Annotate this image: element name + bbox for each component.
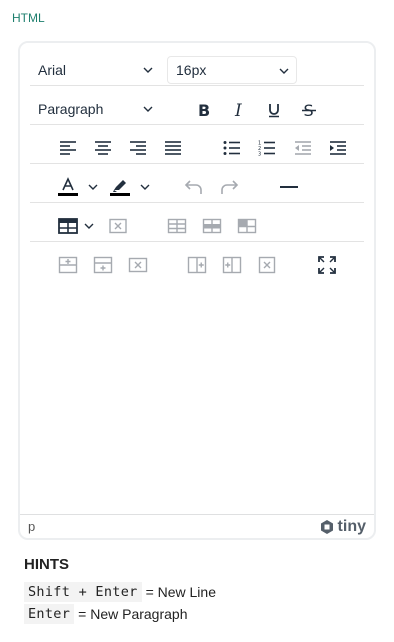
indent-icon xyxy=(330,141,346,155)
table-properties-icon xyxy=(167,218,187,234)
insert-row-after-button[interactable] xyxy=(88,250,118,280)
horizontal-line-icon xyxy=(280,186,298,188)
delete-table-button[interactable] xyxy=(103,211,133,241)
toolbar-row-format: Paragraph B I S xyxy=(30,86,364,125)
underline-button[interactable] xyxy=(259,95,289,125)
table-cell-properties-button[interactable] xyxy=(232,211,262,241)
numbered-list-button[interactable]: 123 xyxy=(252,133,282,163)
table-dropdown[interactable] xyxy=(80,211,98,241)
insert-column-after-button[interactable] xyxy=(217,250,247,280)
text-color-button[interactable] xyxy=(53,172,83,202)
svg-text:3: 3 xyxy=(258,152,261,157)
rich-text-editor: Arial 16px Paragraph B I S 1 2 3 p tiny xyxy=(18,41,376,540)
insert-row-after-icon xyxy=(93,256,113,274)
chevron-down-icon xyxy=(143,67,153,73)
table-row-properties-icon xyxy=(202,218,222,234)
align-left-icon xyxy=(60,141,76,155)
toolbar-row-color xyxy=(30,164,364,203)
table-properties-button[interactable] xyxy=(162,211,192,241)
hint-item: Shift + Enter = New Line xyxy=(24,582,216,602)
outdent-icon xyxy=(295,141,311,155)
strikethrough-button[interactable]: S xyxy=(294,95,324,125)
element-path[interactable]: p xyxy=(28,519,35,534)
toolbar-row-align: 123 xyxy=(30,125,364,164)
highlight-color-icon xyxy=(110,180,130,196)
fullscreen-button[interactable] xyxy=(312,250,342,280)
align-justify-button[interactable] xyxy=(158,133,188,163)
bullet-list-icon xyxy=(223,141,240,155)
hint-desc: = New Line xyxy=(145,584,216,600)
editor-statusbar: p tiny xyxy=(20,514,374,538)
underline-icon xyxy=(269,104,279,118)
horizontal-line-button[interactable] xyxy=(274,172,304,202)
hint-key: Shift + Enter xyxy=(24,582,142,602)
strikethrough-icon: S xyxy=(302,101,316,119)
table-button[interactable] xyxy=(53,211,83,241)
table-row-properties-button[interactable] xyxy=(197,211,227,241)
insert-column-after-icon xyxy=(222,256,242,274)
align-center-button[interactable] xyxy=(88,133,118,163)
tiny-brand-text: tiny xyxy=(337,517,366,535)
redo-icon xyxy=(221,180,239,194)
align-right-icon xyxy=(130,141,146,155)
tiny-brand-link[interactable]: tiny xyxy=(319,518,366,536)
font-size-select[interactable]: 16px xyxy=(167,56,297,84)
font-family-select[interactable]: Arial xyxy=(30,56,160,84)
insert-column-before-button[interactable] xyxy=(182,250,212,280)
delete-column-button[interactable] xyxy=(252,250,282,280)
delete-column-icon xyxy=(258,256,276,274)
chevron-down-icon xyxy=(279,68,289,74)
bold-button[interactable]: B xyxy=(189,95,219,125)
editor-toolbar: Arial 16px Paragraph B I S 1 2 3 xyxy=(20,43,374,286)
hint-key: Enter xyxy=(24,604,75,624)
tiny-logo-icon xyxy=(320,519,333,534)
fullscreen-icon xyxy=(318,256,336,274)
chevron-down-icon xyxy=(88,184,98,190)
editor-content-area[interactable] xyxy=(20,286,374,514)
delete-row-button[interactable] xyxy=(123,250,153,280)
toolbar-row-table xyxy=(30,203,364,242)
font-family-value: Arial xyxy=(38,62,67,78)
outdent-button[interactable] xyxy=(288,133,318,163)
bullet-list-button[interactable] xyxy=(217,133,247,163)
table-icon xyxy=(58,218,78,234)
italic-button[interactable]: I xyxy=(224,95,254,125)
align-left-button[interactable] xyxy=(53,133,83,163)
align-center-icon xyxy=(95,141,111,155)
chevron-down-icon xyxy=(84,223,94,229)
numbered-list-icon: 123 xyxy=(258,141,275,157)
redo-button[interactable] xyxy=(214,172,244,202)
text-color-dropdown[interactable] xyxy=(84,172,102,202)
block-format-select[interactable]: Paragraph xyxy=(30,95,160,123)
toolbar-row-fonts: Arial 16px xyxy=(30,47,364,86)
chevron-down-icon xyxy=(143,106,153,112)
delete-table-icon xyxy=(109,218,127,234)
undo-button[interactable] xyxy=(179,172,209,202)
html-tab-label[interactable]: HTML xyxy=(12,11,45,25)
highlight-color-dropdown[interactable] xyxy=(136,172,154,202)
block-format-value: Paragraph xyxy=(38,101,104,117)
text-color-icon xyxy=(58,177,78,196)
align-justify-icon xyxy=(165,141,181,155)
undo-icon xyxy=(184,180,202,194)
italic-icon: I xyxy=(234,101,242,119)
font-size-value: 16px xyxy=(176,62,207,78)
svg-text:B: B xyxy=(198,101,210,119)
insert-row-before-button[interactable] xyxy=(53,250,83,280)
chevron-down-icon xyxy=(140,184,150,190)
table-cell-properties-icon xyxy=(237,218,257,234)
hints-title: HINTS xyxy=(24,556,69,573)
delete-row-icon xyxy=(128,257,148,273)
align-right-button[interactable] xyxy=(123,133,153,163)
hint-desc: = New Paragraph xyxy=(78,606,188,622)
bold-icon: B xyxy=(198,101,210,119)
hint-item: Enter = New Paragraph xyxy=(24,604,187,624)
indent-button[interactable] xyxy=(323,133,353,163)
highlight-color-button[interactable] xyxy=(105,172,135,202)
toolbar-row-rows-cols xyxy=(30,242,364,281)
insert-column-before-icon xyxy=(187,256,207,274)
insert-row-before-icon xyxy=(58,256,78,274)
svg-text:I: I xyxy=(234,101,242,119)
